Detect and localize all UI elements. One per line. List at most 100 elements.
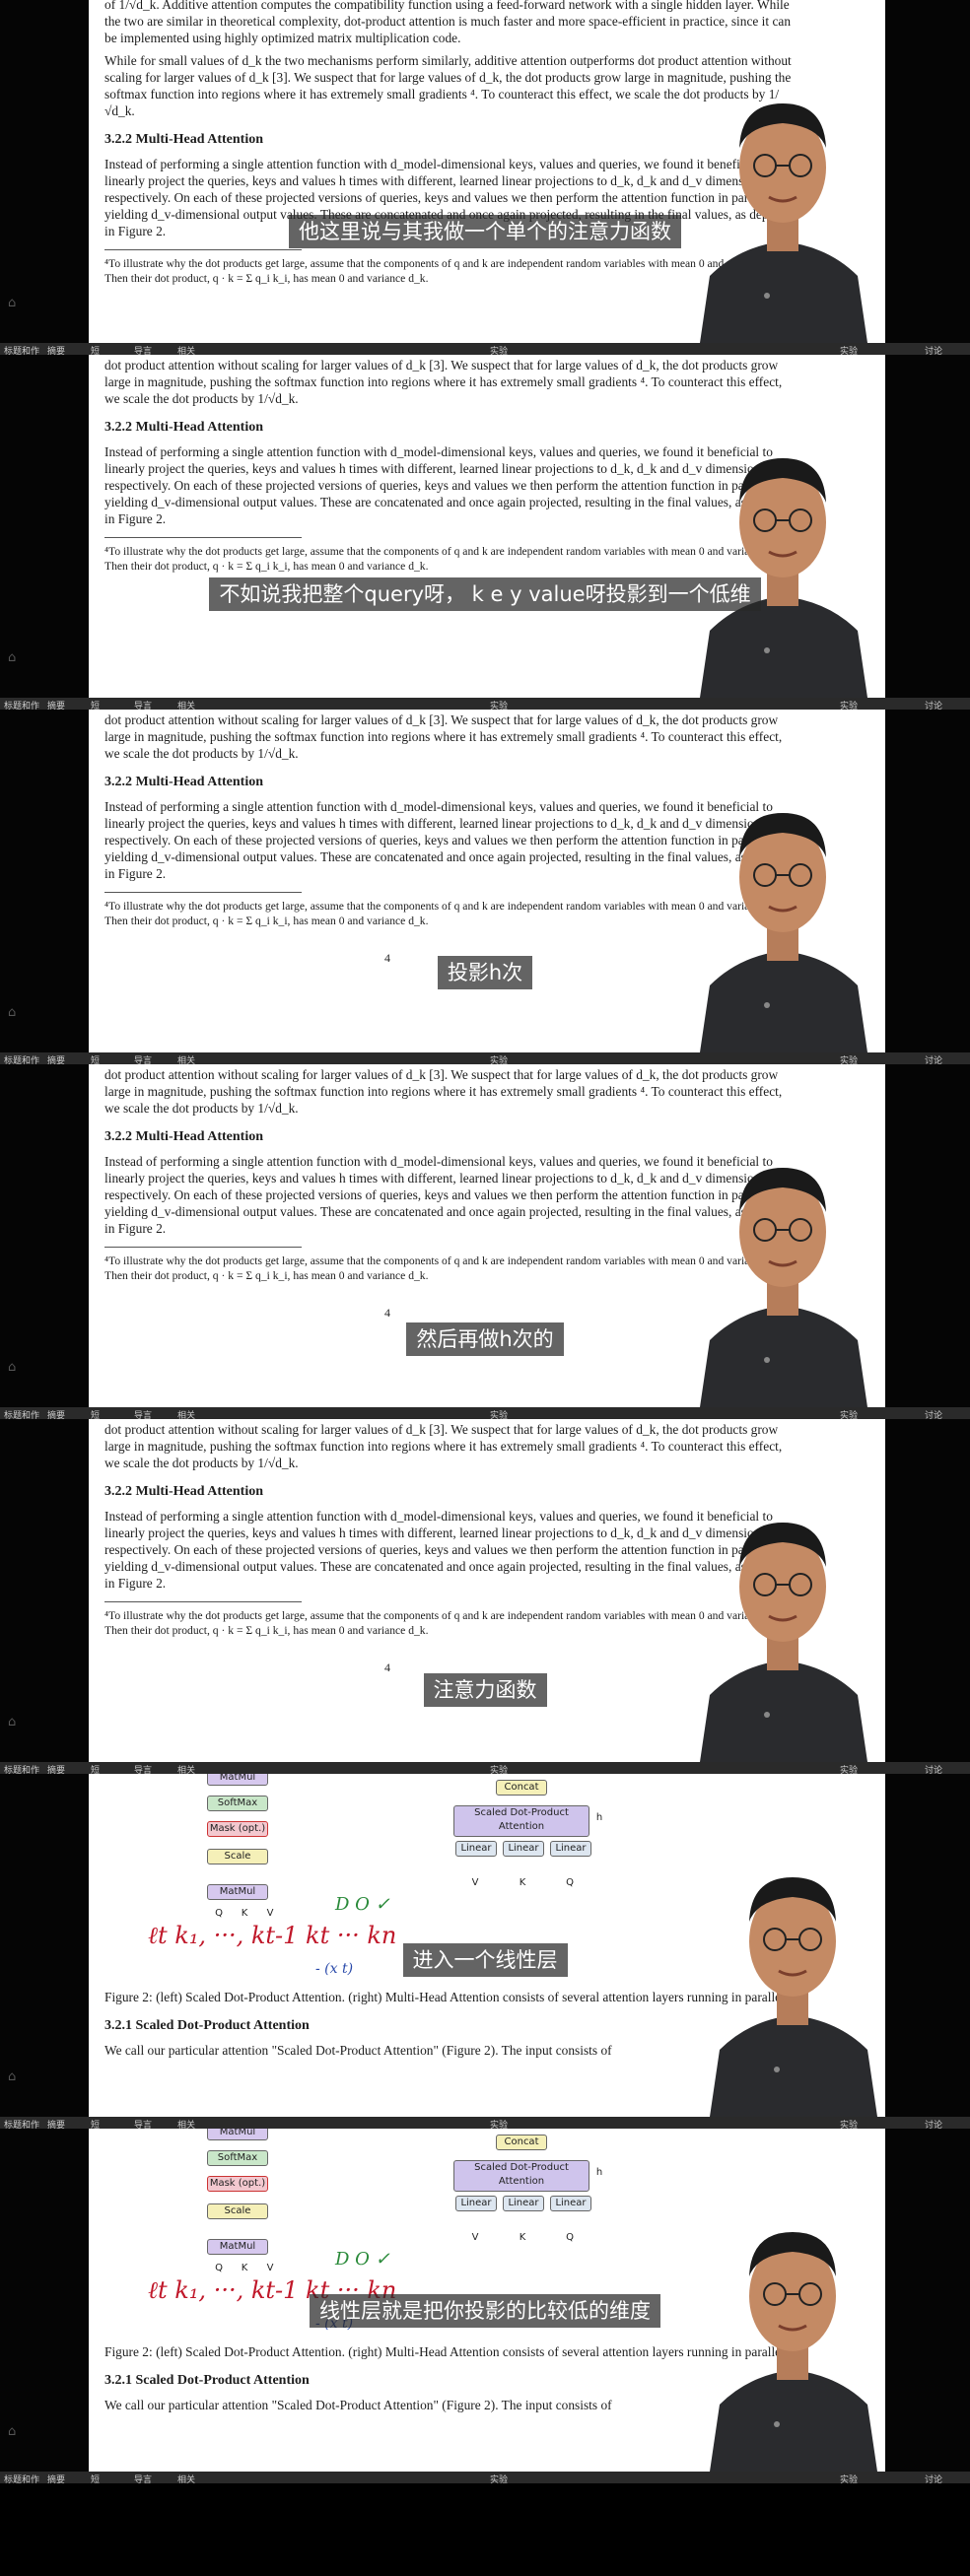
home-icon[interactable]: ⌂ xyxy=(8,1005,16,1020)
diagram-box: Mask (opt.) xyxy=(207,2176,268,2192)
chapter-bar[interactable]: 标题和作 摘要 短 导言 相关 实验 实验 讨论 xyxy=(0,343,970,355)
right-panel xyxy=(885,1419,970,1762)
diagram-input: K xyxy=(519,2232,526,2243)
home-icon[interactable]: ⌂ xyxy=(8,650,16,665)
chapter-item[interactable]: 摘要 xyxy=(47,344,65,355)
chapter-item[interactable]: 实验 xyxy=(490,1408,508,1419)
chapter-item[interactable]: 短 xyxy=(91,2473,100,2483)
diagram-h-label: h xyxy=(595,1812,603,1823)
chapter-item[interactable]: 相关 xyxy=(177,699,195,710)
chapter-item[interactable]: 相关 xyxy=(177,2118,195,2129)
chapter-item[interactable]: 导言 xyxy=(134,1408,152,1419)
chapter-item[interactable]: 相关 xyxy=(177,2473,195,2483)
footnote-rule xyxy=(104,1601,302,1602)
chapter-bar[interactable]: 标题和作 摘要 短 导言 相关 实验 实验 讨论 xyxy=(0,2472,970,2483)
footnote-rule xyxy=(104,249,302,250)
chapter-item[interactable]: 短 xyxy=(91,1763,100,1774)
paper-page: dot product attention without scaling fo… xyxy=(89,710,885,1052)
chapter-item[interactable]: 实验 xyxy=(490,1763,508,1774)
chapter-bar[interactable]: 标题和作 摘要 短 导言 相关 实验 实验 讨论 xyxy=(0,1052,970,1064)
diagram-box: Mask (opt.) xyxy=(207,1821,268,1837)
chapter-item[interactable]: 相关 xyxy=(177,344,195,355)
chapter-item[interactable]: 实验 xyxy=(840,1408,858,1419)
footnote-rule xyxy=(104,537,302,538)
home-icon[interactable]: ⌂ xyxy=(8,2069,16,2084)
discussion-link[interactable]: 讨论 xyxy=(925,1408,942,1419)
discussion-link[interactable]: 讨论 xyxy=(925,2118,942,2129)
chapter-item[interactable]: 导言 xyxy=(134,1053,152,1064)
chapter-item[interactable]: 实验 xyxy=(490,2118,508,2129)
discussion-link[interactable]: 讨论 xyxy=(925,1763,942,1774)
chapter-item[interactable]: 标题和作 xyxy=(4,344,39,355)
chapter-item[interactable]: 实验 xyxy=(840,2473,858,2483)
chapter-item[interactable]: 摘要 xyxy=(47,2118,65,2129)
chapter-item[interactable]: 实验 xyxy=(840,1763,858,1774)
chapter-item[interactable]: 短 xyxy=(91,699,100,710)
chapter-item[interactable]: 相关 xyxy=(177,1763,195,1774)
chapter-item[interactable]: 实验 xyxy=(840,1053,858,1064)
paper-page: dot product attention without scaling fo… xyxy=(89,1419,885,1762)
chapter-item[interactable]: 标题和作 xyxy=(4,2118,39,2129)
chapter-item[interactable]: 摘要 xyxy=(47,1763,65,1774)
diagram-box: SoftMax xyxy=(207,1796,268,1811)
diagram-box: Linear xyxy=(503,2196,544,2211)
diagram-box: Scale xyxy=(207,1849,268,1864)
chapter-item[interactable]: 实验 xyxy=(840,2118,858,2129)
chapter-item[interactable]: 实验 xyxy=(490,2473,508,2483)
chapter-item[interactable]: 标题和作 xyxy=(4,2473,39,2483)
diagram-input: Q xyxy=(566,1877,574,1888)
chapter-item[interactable]: 短 xyxy=(91,2118,100,2129)
diagram-box: Linear xyxy=(503,1841,544,1857)
chapter-item[interactable]: 导言 xyxy=(134,2118,152,2129)
home-icon[interactable]: ⌂ xyxy=(8,1715,16,1729)
presenter-video xyxy=(680,710,885,1052)
chapter-item[interactable]: 短 xyxy=(91,1053,100,1064)
diagram-input: V xyxy=(471,1877,479,1888)
diagram-box: Linear xyxy=(550,2196,591,2211)
footnote-rule xyxy=(104,1247,302,1248)
diagram-box: Scaled Dot-Product Attention xyxy=(453,2160,589,2192)
diagram-box: Linear xyxy=(455,1841,497,1857)
chapter-item[interactable]: 相关 xyxy=(177,1053,195,1064)
chapter-item[interactable]: 实验 xyxy=(490,344,508,355)
handwriting: D O ✓ xyxy=(335,1894,390,1915)
chapter-item[interactable]: 摘要 xyxy=(47,699,65,710)
chapter-item[interactable]: 导言 xyxy=(134,699,152,710)
chapter-item[interactable]: 短 xyxy=(91,1408,100,1419)
chapter-item[interactable]: 标题和作 xyxy=(4,1408,39,1419)
chapter-item[interactable]: 摘要 xyxy=(47,1408,65,1419)
chapter-item[interactable]: 标题和作 xyxy=(4,699,39,710)
diagram-input: Q xyxy=(215,2263,223,2273)
home-icon[interactable]: ⌂ xyxy=(8,296,16,310)
chapter-item[interactable]: 实验 xyxy=(490,1053,508,1064)
subtitle-text: 他这里说与其我做一个单个的注意力函数 xyxy=(289,215,681,248)
chapter-item[interactable]: 标题和作 xyxy=(4,1763,39,1774)
chapter-item[interactable]: 导言 xyxy=(134,1763,152,1774)
subtitle: 他这里说与其我做一个单个的注意力函数 xyxy=(0,215,970,248)
chapter-item[interactable]: 导言 xyxy=(134,2473,152,2483)
chapter-bar[interactable]: 标题和作 摘要 短 导言 相关 实验 实验 讨论 xyxy=(0,1762,970,1774)
chapter-item[interactable]: 相关 xyxy=(177,1408,195,1419)
diagram-input: K xyxy=(519,1877,526,1888)
discussion-link[interactable]: 讨论 xyxy=(925,1053,942,1064)
video-frame: ⌂ dot product attention without scaling f… xyxy=(0,1419,970,1774)
chapter-bar[interactable]: 标题和作 摘要 短 导言 相关 实验 实验 讨论 xyxy=(0,2117,970,2129)
discussion-link[interactable]: 讨论 xyxy=(925,2473,942,2483)
home-icon[interactable]: ⌂ xyxy=(8,2424,16,2439)
discussion-link[interactable]: 讨论 xyxy=(925,699,942,710)
chapter-bar[interactable]: 标题和作 摘要 短 导言 相关 实验 实验 讨论 xyxy=(0,1407,970,1419)
chapter-item[interactable]: 摘要 xyxy=(47,1053,65,1064)
chapter-item[interactable]: 实验 xyxy=(840,699,858,710)
chapter-item[interactable]: 标题和作 xyxy=(4,1053,39,1064)
chapter-bar[interactable]: 标题和作 摘要 短 导言 相关 实验 实验 讨论 xyxy=(0,698,970,710)
chapter-item[interactable]: 短 xyxy=(91,344,100,355)
chapter-item[interactable]: 实验 xyxy=(840,344,858,355)
diagram-box: Scaled Dot-Product Attention xyxy=(453,1805,589,1837)
discussion-link[interactable]: 讨论 xyxy=(925,344,942,355)
chapter-item[interactable]: 摘要 xyxy=(47,2473,65,2483)
handwriting: D O ✓ xyxy=(335,2249,390,2270)
home-icon[interactable]: ⌂ xyxy=(8,1360,16,1375)
paper-page: dot product attention without scaling fo… xyxy=(89,355,885,698)
chapter-item[interactable]: 导言 xyxy=(134,344,152,355)
chapter-item[interactable]: 实验 xyxy=(490,699,508,710)
